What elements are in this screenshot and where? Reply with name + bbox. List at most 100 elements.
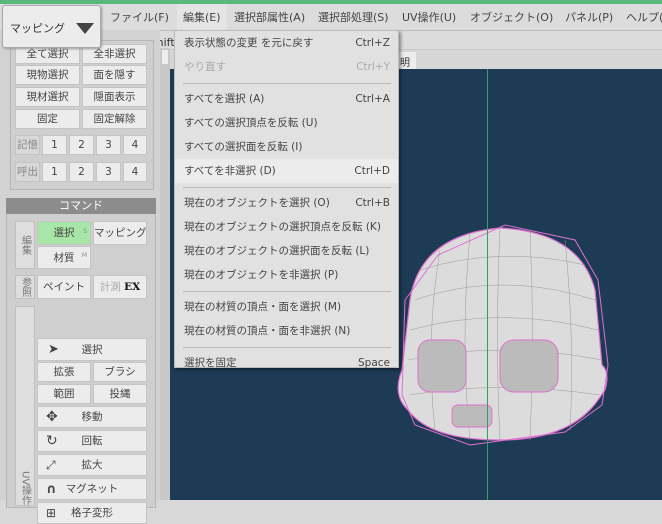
tool-select-button[interactable]: ➤ 選択	[37, 338, 147, 361]
select-current-material-button[interactable]: 現材選択	[15, 87, 80, 107]
edit-menu-item[interactable]: 現在のオブジェクトを選択 (O) Ctrl+B	[175, 191, 398, 215]
uv-section-label: UV操作	[15, 306, 35, 506]
left-panel-scrollbar[interactable]	[160, 48, 170, 500]
tool-brush-button[interactable]: ブラシ	[93, 362, 147, 382]
lattice-icon: ⊞	[46, 506, 57, 520]
paint-button[interactable]: ペイント	[37, 275, 91, 299]
magnet-icon: ∩	[46, 482, 57, 497]
select-mode-label: 選択	[53, 227, 75, 239]
menu-item-label: 現在のオブジェクトの選択面を反転 (L)	[184, 245, 370, 257]
show-hidden-button[interactable]: 隠面表示	[82, 87, 147, 107]
menu-item-label: すべてを非選択 (D)	[184, 165, 276, 177]
menu-item-label: 現在の材質の頂点・面を選択 (M)	[184, 301, 342, 313]
measure-label: 計測	[99, 281, 121, 293]
tool-rotate-button[interactable]: ↻ 回転	[37, 430, 147, 452]
edit-section-label: 編集	[15, 221, 35, 269]
tool-range-button[interactable]: 範囲	[37, 384, 91, 404]
edit-menu-item[interactable]: 現在の材質の頂点・面を選択 (M)	[175, 295, 398, 319]
menu-panel[interactable]: パネル(P)	[565, 9, 613, 25]
menu-item-label: 現在の材質の頂点・面を非選択 (N)	[184, 325, 351, 337]
edit-menu-item[interactable]: 現在のオブジェクトの選択頂点を反転 (K)	[175, 215, 398, 239]
tool-magnet-label: マグネット	[65, 483, 119, 495]
memory-slot-3[interactable]: 3	[96, 135, 121, 155]
hide-faces-button[interactable]: 面を隠す	[82, 65, 147, 85]
move-arrows-icon: ✥	[46, 409, 58, 425]
tool-lasso-button[interactable]: 投縄	[93, 384, 147, 404]
cursor-arrow-icon: ➤	[48, 342, 59, 357]
menu-item-label: 表示状態の変更 を元に戻す	[184, 37, 314, 49]
menu-item-shortcut: Ctrl+A	[355, 93, 390, 105]
menu-separator	[183, 291, 391, 292]
menu-selection-attr[interactable]: 選択部属性(A)	[234, 9, 305, 25]
left-panel: 全て選択 全非選択 現物選択 面を隠す 現材選択 隠面表示 固定 固定解除 記憶…	[0, 30, 160, 524]
tool-expand-button[interactable]: 拡張	[37, 362, 91, 382]
menu-item-shortcut: Ctrl+Y	[356, 61, 390, 73]
menu-edit[interactable]: 編集(E)	[177, 4, 227, 30]
select-key-hint: S	[83, 228, 87, 235]
menu-separator	[183, 187, 391, 188]
memory-slot-2[interactable]: 2	[69, 135, 94, 155]
menu-item-shortcut: Space	[358, 357, 390, 369]
edit-menu-item[interactable]: 現在のオブジェクトを非選択 (P)	[175, 263, 398, 287]
material-mode-label: 材質	[53, 252, 75, 264]
edit-menu-item: やり直す Ctrl+Y	[175, 55, 398, 79]
edit-menu-item[interactable]: 現在の材質の頂点・面を非選択 (N)	[175, 319, 398, 343]
ex-badge: EX	[124, 281, 141, 293]
select-current-object-button[interactable]: 現物選択	[15, 65, 80, 85]
tool-move-label: 移動	[81, 411, 103, 423]
tool-scale-button[interactable]: ⤢ 拡大	[37, 454, 147, 476]
dropdown-triangle-icon	[76, 23, 94, 34]
memory-slot-1[interactable]: 1	[42, 135, 67, 155]
scale-icon: ⤢	[46, 458, 56, 472]
menu-object[interactable]: オブジェクト(O)	[470, 9, 553, 25]
menu-item-label: すべてを選択 (A)	[184, 93, 265, 105]
select-mode-button[interactable]: 選択 S	[37, 221, 91, 245]
tool-move-button[interactable]: ✥ 移動	[37, 406, 147, 428]
recall-slot-2[interactable]: 2	[69, 162, 94, 182]
measure-button[interactable]: 計測 EX	[93, 275, 147, 299]
menu-item-shortcut: Ctrl+D	[354, 165, 390, 177]
recall-label: 呼出	[15, 162, 40, 182]
material-key-hint: M	[81, 252, 87, 259]
menu-item-shortcut: Ctrl+B	[355, 197, 390, 209]
edit-menu-item[interactable]: すべてを非選択 (D) Ctrl+D	[175, 159, 398, 183]
unlock-button[interactable]: 固定解除	[82, 109, 147, 129]
reference-section-label: 参照	[15, 275, 35, 299]
menu-item-label: すべての選択頂点を反転 (U)	[184, 117, 318, 129]
edit-menu-item[interactable]: すべてを選択 (A) Ctrl+A	[175, 87, 398, 111]
edit-menu-item[interactable]: すべての選択面を反転 (I)	[175, 135, 398, 159]
menu-item-label: 現在のオブジェクトの選択頂点を反転 (K)	[184, 221, 381, 233]
y-axis-line	[487, 69, 488, 500]
tool-magnet-button[interactable]: ∩ マグネット	[37, 478, 147, 500]
lock-button[interactable]: 固定	[15, 109, 80, 129]
material-mode-button[interactable]: 材質 M	[37, 246, 91, 269]
recall-slot-3[interactable]: 3	[96, 162, 121, 182]
menu-selection-process[interactable]: 選択部処理(S)	[318, 9, 389, 25]
menu-separator	[183, 83, 391, 84]
memory-label: 記憶	[15, 135, 40, 155]
menu-help[interactable]: ヘルプ(	[626, 9, 662, 25]
tool-lattice-button[interactable]: ⊞ 格子変形	[37, 502, 147, 524]
menu-file[interactable]: ファイル(F)	[110, 9, 169, 25]
rotate-icon: ↻	[46, 433, 58, 449]
menu-separator	[183, 347, 391, 348]
edit-menu-dropdown: 表示状態の変更 を元に戻す Ctrl+Z やり直す Ctrl+Y すべてを選択 (A) C…	[174, 30, 399, 369]
mode-dropdown[interactable]: マッピング	[2, 5, 101, 48]
tool-select-label: 選択	[81, 344, 103, 356]
mode-dropdown-value: マッピング	[10, 22, 65, 35]
recall-slot-1[interactable]: 1	[42, 162, 67, 182]
menu-item-label: 現在のオブジェクトを非選択 (P)	[184, 269, 339, 281]
edit-menu-item[interactable]: 表示状態の変更 を元に戻す Ctrl+Z	[175, 31, 398, 55]
menu-item-label: すべての選択面を反転 (I)	[184, 141, 303, 153]
edit-menu-item[interactable]: すべての選択頂点を反転 (U)	[175, 111, 398, 135]
command-header: コマンド	[6, 198, 156, 214]
recall-slot-4[interactable]: 4	[123, 162, 147, 182]
menu-uv[interactable]: UV操作(U)	[402, 9, 456, 25]
scrollbar-thumb[interactable]	[162, 50, 168, 64]
view-tab[interactable]: 明	[398, 52, 416, 69]
edit-menu-item[interactable]: 選択を固定 Space	[175, 351, 398, 375]
memory-slot-4[interactable]: 4	[123, 135, 147, 155]
edit-menu-item[interactable]: 現在のオブジェクトの選択面を反転 (L)	[175, 239, 398, 263]
menu-item-label: 現在のオブジェクトを選択 (O)	[184, 197, 330, 209]
mapping-mode-button[interactable]: マッピング	[93, 221, 147, 245]
